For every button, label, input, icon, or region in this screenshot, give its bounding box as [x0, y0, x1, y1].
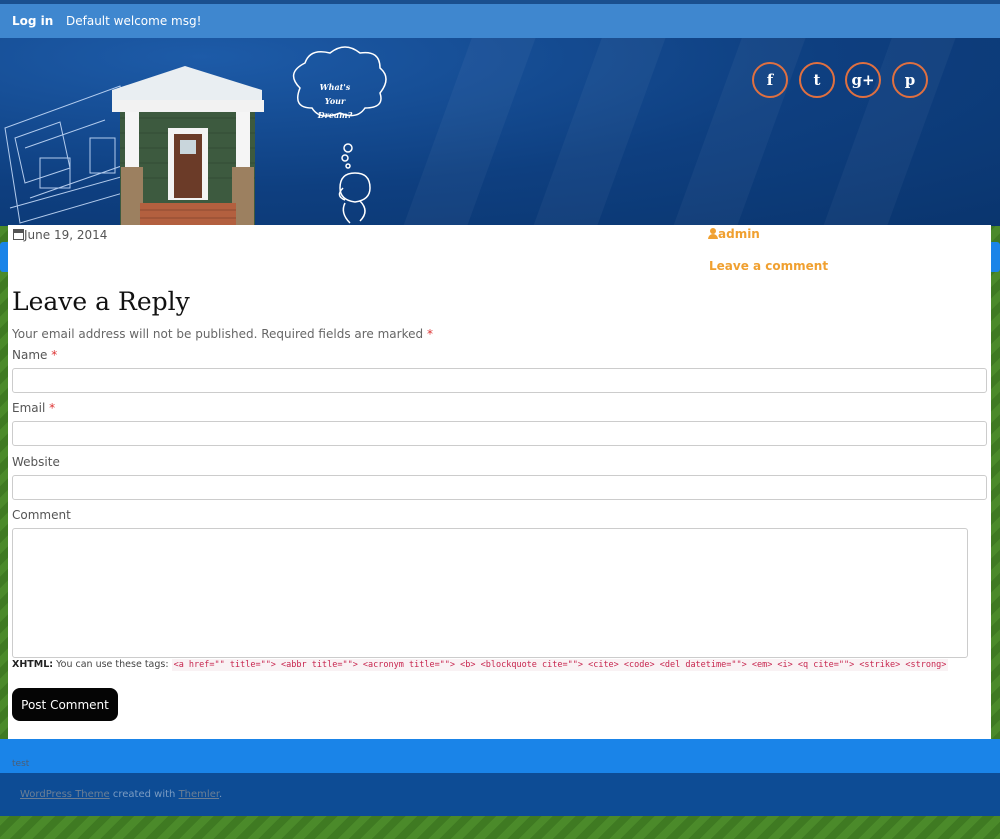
comment-notes: Your email address will not be published…	[12, 327, 433, 341]
footer-top: test	[0, 739, 1000, 773]
name-label-text: Name	[12, 348, 48, 362]
allowed-tags: XHTML: You can use these tags: <a href="…	[12, 659, 949, 671]
twitter-icon[interactable]: t	[799, 62, 835, 98]
welcome-message: Default welcome msg!	[66, 14, 202, 28]
email-label-text: Email	[12, 401, 46, 415]
dream-cloud-text: Your	[325, 96, 346, 106]
reply-title: Leave a Reply	[12, 287, 190, 316]
footer-period: .	[219, 789, 223, 800]
post-comment-button[interactable]: Post Comment	[12, 688, 118, 721]
allowed-tags-text: You can use these tags:	[56, 659, 169, 670]
site-logo[interactable]: What's Your Dream?	[0, 38, 400, 226]
facebook-icon[interactable]: f	[752, 62, 788, 98]
wordpress-theme-link[interactable]: WordPress Theme	[20, 789, 110, 800]
comment-notes-text: Your email address will not be published…	[12, 327, 424, 341]
email-field[interactable]	[12, 421, 987, 446]
post-author[interactable]: admin	[708, 227, 760, 241]
required-mark: *	[426, 327, 433, 341]
post-date-text: June 19, 2014	[24, 228, 108, 242]
email-label: Email *	[12, 401, 55, 415]
post-date: June 19, 2014	[13, 228, 107, 242]
created-with-text: created with	[112, 789, 176, 800]
post-content: June 19, 2014 admin Leave a comment Leav…	[8, 225, 991, 739]
website-field[interactable]	[12, 475, 987, 500]
calendar-icon	[13, 229, 24, 240]
leave-comment-link[interactable]: Leave a comment	[709, 259, 828, 273]
dream-cloud-text: What's	[320, 82, 351, 92]
google-plus-icon[interactable]: g+	[845, 62, 881, 98]
footer-bottom: WordPress Theme created with Themler.	[0, 773, 1000, 816]
name-label: Name *	[12, 348, 57, 362]
footer-credits: WordPress Theme created with Themler.	[20, 789, 222, 800]
dream-cloud-text: Dream?	[317, 110, 353, 120]
footer-test-text: test	[12, 759, 30, 769]
required-mark: *	[49, 401, 56, 415]
top-bar: Log in Default welcome msg!	[0, 0, 1000, 38]
required-mark: *	[51, 348, 58, 362]
allowed-tags-code: <a href="" title=""> <abbr title=""> <ac…	[171, 659, 949, 671]
login-link[interactable]: Log in	[12, 14, 53, 28]
user-icon	[708, 228, 718, 239]
themler-link[interactable]: Themler	[179, 789, 219, 800]
author-link[interactable]: admin	[718, 227, 760, 241]
name-field[interactable]	[12, 368, 987, 393]
comment-textarea[interactable]	[12, 528, 968, 658]
website-label: Website	[12, 455, 60, 469]
comment-label: Comment	[12, 508, 71, 522]
pinterest-icon[interactable]: p	[892, 62, 928, 98]
allowed-tags-label: XHTML:	[12, 659, 54, 670]
site-header: What's Your Dream? f t g+ p	[0, 38, 1000, 226]
